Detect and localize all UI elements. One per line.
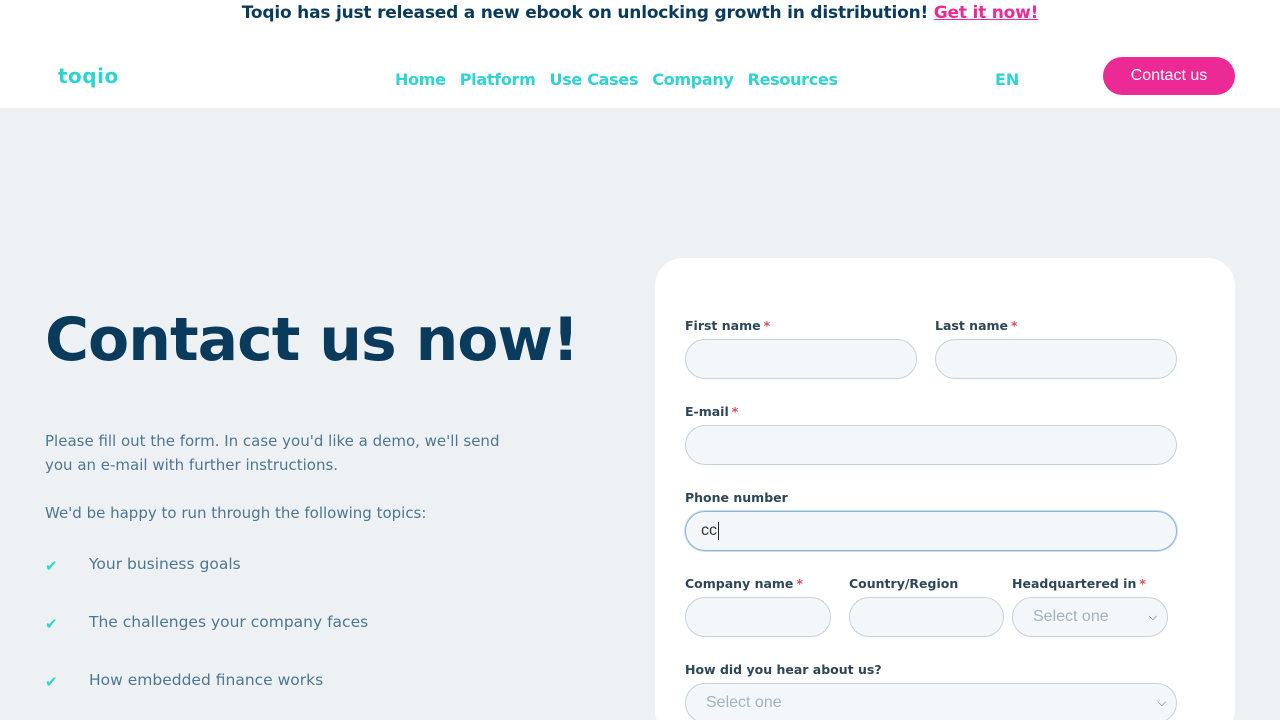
phone-label: Phone number — [685, 490, 788, 505]
required-marker: * — [731, 404, 739, 419]
contact-us-button[interactable]: Contact us — [1103, 57, 1235, 95]
check-icon: ✔ — [45, 615, 58, 633]
nav-resources[interactable]: Resources — [748, 70, 838, 89]
check-icon: ✔ — [45, 673, 58, 691]
nav-use-cases[interactable]: Use Cases — [550, 70, 639, 89]
topics-list: ✔ Your business goals ✔ The challenges you… — [45, 555, 368, 720]
nav-home[interactable]: Home — [395, 70, 446, 89]
intro-text: Please fill out the form. In case you'd … — [45, 432, 500, 474]
last-name-input[interactable] — [935, 339, 1177, 379]
headquartered-label: Headquartered in * — [1012, 576, 1146, 591]
last-name-label: Last name * — [935, 318, 1018, 333]
phone-input-value: cc — [701, 522, 717, 539]
topics-intro: We'd be happy to run through the followi… — [45, 504, 427, 522]
country-label: Country/Region — [849, 576, 959, 591]
headquartered-selected: Select one — [1033, 608, 1109, 625]
topic-label: The challenges your company faces — [89, 613, 369, 631]
nav-platform[interactable]: Platform — [460, 70, 536, 89]
country-input[interactable] — [849, 597, 1004, 637]
headquartered-label-text: Headquartered in — [1012, 576, 1137, 591]
main-nav: Home Platform Use Cases Company Resource… — [395, 70, 838, 89]
email-label-text: E-mail — [685, 404, 729, 419]
required-marker: * — [1139, 576, 1146, 591]
last-name-label-text: Last name — [935, 318, 1009, 333]
text-caret — [718, 521, 719, 540]
topic-label: Your business goals — [89, 555, 241, 573]
first-name-input[interactable] — [685, 339, 917, 379]
check-icon: ✔ — [45, 557, 58, 575]
chevron-down-icon: ⌵ — [1157, 697, 1166, 709]
headquartered-select[interactable]: Select one ⌵ — [1012, 597, 1168, 637]
announcement-bar: Toqio has just released a new ebook on u… — [0, 0, 1280, 30]
phone-input[interactable]: cc — [685, 511, 1177, 551]
first-name-label: First name * — [685, 318, 770, 333]
site-header: toqio Home Platform Use Cases Company Re… — [0, 30, 1280, 108]
announcement-link[interactable]: Get it now! — [934, 3, 1039, 23]
toqio-logo[interactable]: toqio — [58, 66, 119, 86]
email-input[interactable] — [685, 425, 1177, 465]
company-label-text: Company name — [685, 576, 794, 591]
required-marker: * — [763, 318, 771, 333]
heard-about-select[interactable]: Select one ⌵ — [685, 683, 1177, 720]
company-input[interactable] — [685, 597, 831, 637]
announcement-text: Toqio has just released a new ebook on u… — [241, 3, 929, 23]
email-label: E-mail * — [685, 404, 738, 419]
required-marker: * — [796, 576, 803, 591]
first-name-label-text: First name — [685, 318, 761, 333]
topic-item: ✔ The challenges your company faces — [45, 613, 368, 671]
heard-about-selected: Select one — [706, 694, 782, 711]
topic-item: ✔ Your business goals — [45, 555, 368, 613]
required-marker: * — [1011, 318, 1018, 333]
company-label: Company name * — [685, 576, 803, 591]
heard-about-label: How did you hear about us? — [685, 662, 882, 677]
page-title: Contact us now! — [45, 305, 579, 375]
chevron-down-icon: ⌵ — [1148, 611, 1157, 623]
language-switcher[interactable]: EN — [995, 70, 1019, 89]
nav-company[interactable]: Company — [652, 70, 734, 89]
topic-label: How embedded finance works — [89, 671, 324, 689]
topic-item: ✔ How embedded finance works — [45, 671, 368, 720]
